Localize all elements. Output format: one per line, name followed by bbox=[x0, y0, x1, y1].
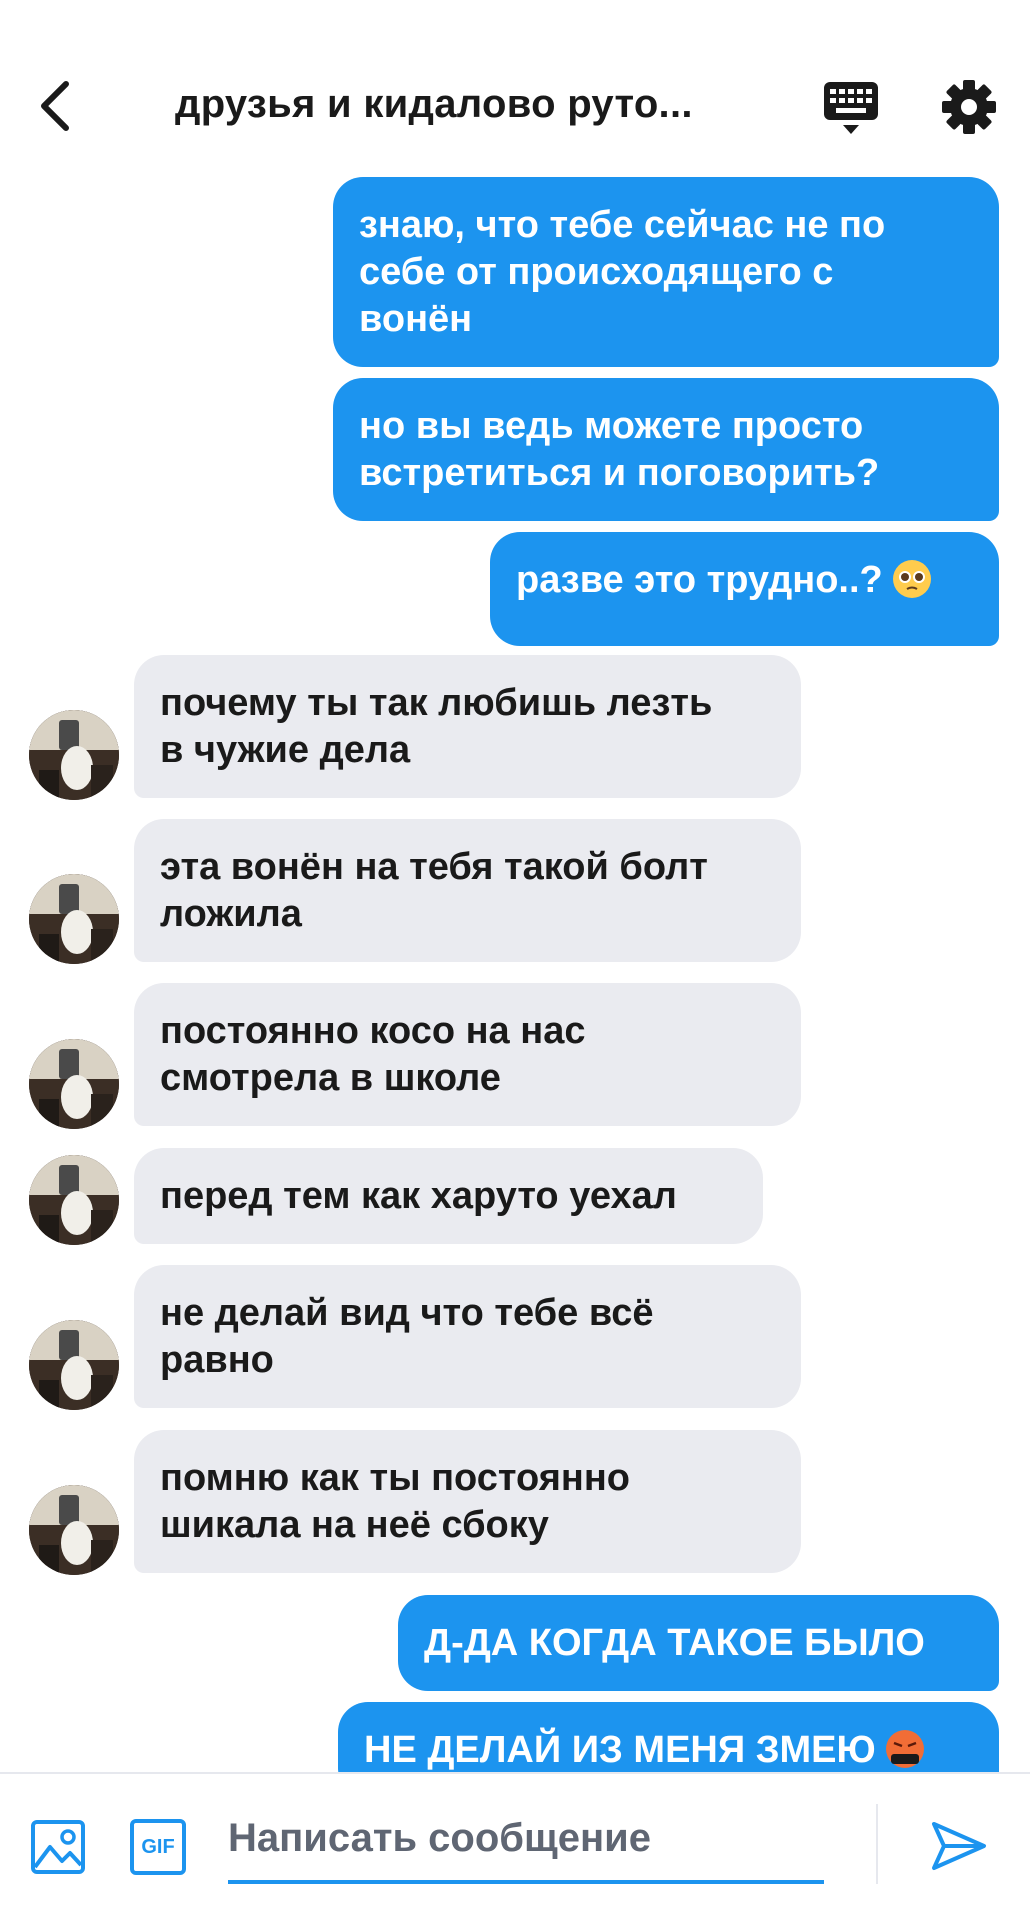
user-avatar-photo bbox=[29, 1320, 119, 1410]
image-icon bbox=[31, 1820, 85, 1874]
incoming-message[interactable]: помню как ты постоянно шикала на неё сбо… bbox=[134, 1430, 801, 1573]
outgoing-message[interactable]: разве это трудно..? bbox=[490, 532, 999, 646]
message-input[interactable]: Написать сообщение bbox=[228, 1804, 824, 1884]
chat-header: друзья и кидалово руто... bbox=[0, 0, 1030, 175]
message-text: почему ты так любишь лезть в чужие дела bbox=[160, 682, 713, 771]
angry-cursing-face-icon bbox=[885, 1730, 924, 1768]
send-icon bbox=[932, 1822, 986, 1870]
avatar[interactable] bbox=[29, 710, 119, 800]
user-avatar-photo bbox=[29, 874, 119, 964]
message-text: перед тем как харуто уехал bbox=[160, 1175, 677, 1217]
incoming-message[interactable]: не делай вид что тебе всё равно bbox=[134, 1265, 801, 1408]
message-text: помню как ты постоянно шикала на неё сбо… bbox=[160, 1457, 630, 1546]
message-text: разве это трудно..? bbox=[516, 559, 883, 601]
outgoing-message[interactable]: знаю, что тебе сейчас не по себе от прои… bbox=[333, 177, 999, 367]
message-text: эта вонён на тебя такой болт ложила bbox=[160, 846, 708, 935]
avatar[interactable] bbox=[29, 1485, 119, 1575]
outgoing-message[interactable]: НЕ ДЕЛАЙ ИЗ МЕНЯ ЗМЕЮ bbox=[338, 1702, 999, 1772]
outgoing-message[interactable]: Д-ДА КОГДА ТАКОЕ БЫЛО bbox=[398, 1595, 999, 1691]
message-text: знаю, что тебе сейчас не по себе от прои… bbox=[359, 204, 886, 340]
message-text: постоянно косо на нас смотрела в школе bbox=[160, 1010, 586, 1099]
message-text: не делай вид что тебе всё равно bbox=[160, 1292, 654, 1381]
user-avatar-photo bbox=[29, 1485, 119, 1575]
incoming-message[interactable]: эта вонён на тебя такой болт ложила bbox=[134, 819, 801, 962]
divider bbox=[876, 1804, 878, 1884]
chevron-left-icon bbox=[41, 81, 69, 131]
keyboard-button[interactable] bbox=[820, 78, 882, 138]
user-avatar-photo bbox=[29, 1039, 119, 1129]
user-avatar-photo bbox=[29, 1155, 119, 1245]
pleading-face-icon bbox=[892, 560, 931, 598]
incoming-message[interactable]: перед тем как харуто уехал bbox=[134, 1148, 763, 1244]
outgoing-message[interactable]: но вы ведь можете просто встретиться и п… bbox=[333, 378, 999, 521]
avatar[interactable] bbox=[29, 1039, 119, 1129]
message-text: но вы ведь можете просто встретиться и п… bbox=[359, 405, 880, 494]
back-button[interactable] bbox=[30, 78, 80, 134]
send-button[interactable] bbox=[930, 1818, 988, 1874]
gif-button[interactable]: GIF bbox=[130, 1819, 186, 1875]
user-avatar-photo bbox=[29, 710, 119, 800]
message-text: НЕ ДЕЛАЙ ИЗ МЕНЯ ЗМЕЮ bbox=[364, 1729, 876, 1771]
avatar[interactable] bbox=[29, 1320, 119, 1410]
settings-button[interactable] bbox=[940, 78, 998, 136]
attach-image-button[interactable] bbox=[30, 1819, 86, 1875]
keyboard-icon bbox=[824, 82, 878, 134]
gear-icon bbox=[942, 80, 996, 134]
message-composer: GIF Написать сообщение bbox=[0, 1772, 1030, 1920]
message-text: Д-ДА КОГДА ТАКОЕ БЫЛО bbox=[424, 1622, 925, 1664]
incoming-message[interactable]: почему ты так любишь лезть в чужие дела bbox=[134, 655, 801, 798]
chat-title[interactable]: друзья и кидалово руто... bbox=[175, 82, 765, 127]
message-list[interactable]: знаю, что тебе сейчас не по себе от прои… bbox=[0, 175, 1030, 1772]
incoming-message[interactable]: постоянно косо на нас смотрела в школе bbox=[134, 983, 801, 1126]
avatar[interactable] bbox=[29, 874, 119, 964]
avatar[interactable] bbox=[29, 1155, 119, 1245]
